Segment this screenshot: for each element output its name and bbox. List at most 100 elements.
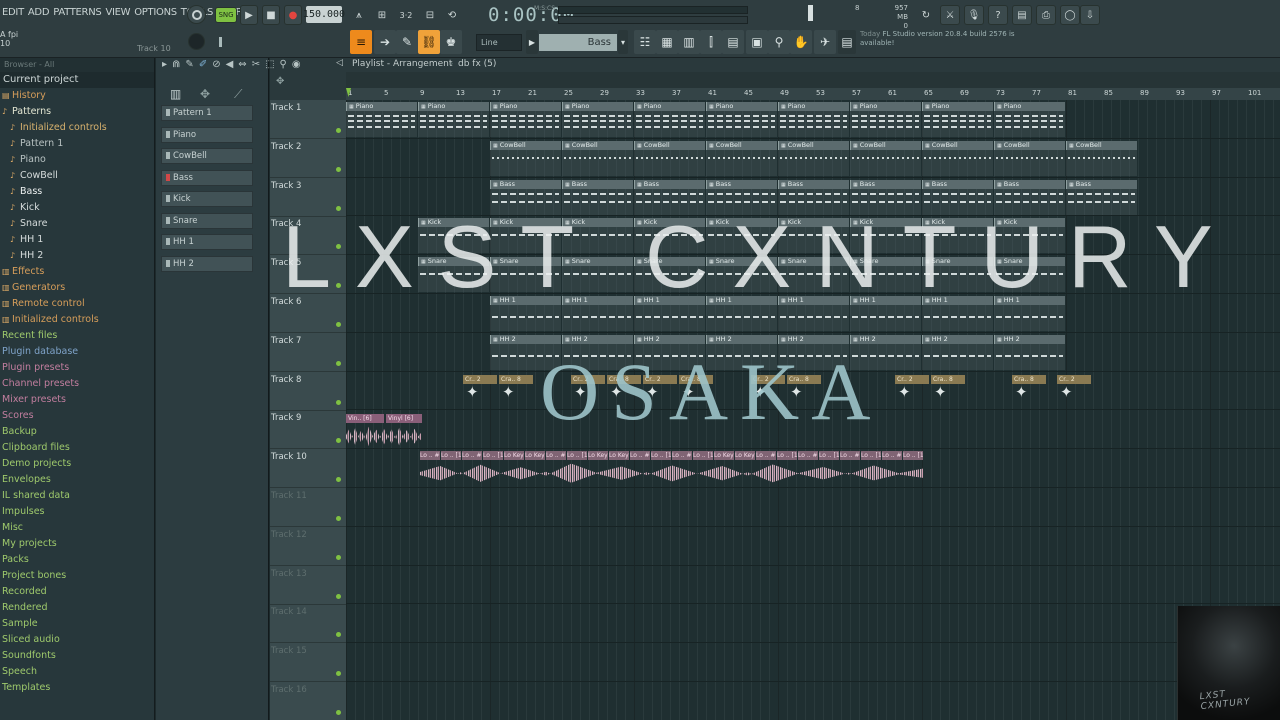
pattern-clip[interactable]: ▦ HH 2 [634,334,705,344]
browser-item[interactable]: Impulses [0,504,154,520]
track-header[interactable]: Track 8 [270,372,346,411]
pattern-clip[interactable]: ▦ Piano [634,102,705,111]
loop-clip[interactable]: Lo Key - H.. [1] [525,451,545,461]
track-header[interactable]: Track 7 [270,333,346,372]
undo-history-button[interactable]: ↻ [916,5,936,25]
track-mute-led[interactable] [336,128,341,133]
pattern-clip[interactable]: ▦ Bass [850,179,921,189]
browser-item[interactable]: ♪ HH 2 [0,248,154,264]
loop-clip[interactable]: Lo .. #2 [798,451,818,461]
play-button[interactable]: ▶ [240,5,258,25]
stop-button[interactable]: ■ [262,5,280,25]
time-marker-bar[interactable] [346,72,1280,88]
magnet-icon[interactable]: ⋒ [172,59,180,70]
browser-item[interactable]: My projects [0,536,154,552]
pattern-clip[interactable]: ▦ Piano [706,102,777,111]
menu-item-options[interactable]: OPTIONS [132,4,179,22]
help-button[interactable]: ? [988,5,1008,25]
track-mute-led[interactable] [336,360,341,366]
browser-item[interactable]: ▥ Effects [0,264,154,280]
pattern-clip[interactable]: ▦ Bass [778,179,849,189]
loop-clip[interactable]: Lo .. [1] [441,451,461,461]
browser-item[interactable]: ▥ Remote control [0,296,154,312]
pat-song-toggle[interactable] [187,5,206,24]
playlist-button[interactable]: ≡ [350,30,372,54]
browser-item[interactable]: ♪ Snare [0,216,154,232]
pattern-clip[interactable]: ▦ CowBell [994,140,1065,150]
browser-item[interactable]: Channel presets [0,376,154,392]
browser-item[interactable]: Backup [0,424,154,440]
save-button[interactable]: ▤ [1012,5,1032,25]
next-pattern-button[interactable]: ➔ [374,30,396,54]
plugin-picker-button[interactable]: ⚲ [768,30,790,54]
browser-item[interactable]: ♪ HH 1 [0,232,154,248]
pattern-clip[interactable]: ▦ Bass [1066,179,1137,189]
pattern-clip[interactable]: ▦ HH 2 [706,334,777,344]
track-header[interactable]: Track 14 [270,604,346,644]
browser-item[interactable]: Plugin database [0,344,154,360]
track-header[interactable]: Track 1 [270,100,346,139]
loop-clip[interactable]: Lo .. [1] [777,451,797,461]
pattern-clip[interactable]: ▦ Piano [418,102,489,111]
record-button[interactable]: ● [284,5,302,25]
delete-tool-icon[interactable]: ⊘ [212,59,220,70]
browser-item[interactable]: ♪ Initialized controls [0,120,154,136]
song-position-slider[interactable] [558,6,748,14]
browser-item[interactable]: Sample [0,616,154,632]
select-tool-icon[interactable]: ⬚ [265,59,274,70]
track-header[interactable]: Track 11 [270,488,346,527]
master-volume-knob[interactable] [188,33,205,50]
pattern-clip[interactable]: ▦ Piano [562,102,633,111]
pattern-clip[interactable]: ▦ Bass [562,179,633,189]
audio-settings-button[interactable]: 🎙 [964,5,984,25]
move-icon[interactable]: ✥ [200,87,210,101]
track-mute-led[interactable] [336,477,341,483]
pattern-clip[interactable]: ▦ CowBell [562,140,633,150]
browser-item[interactable]: Mixer presets [0,392,154,408]
pattern-clip[interactable]: ▦ Bass [490,179,561,189]
news-button[interactable]: ▤ [838,30,856,54]
loop-clip[interactable]: Lo .. #2 [630,451,650,461]
pattern-clip[interactable]: ▦ HH 2 [850,334,921,344]
loop-clip[interactable]: Lo .. [1] [567,451,587,461]
menu-item-view[interactable]: VIEW [103,4,132,22]
touch-controller-button[interactable]: ✋ [790,30,812,54]
pencil-tool-icon[interactable]: ✎ [185,59,193,70]
channel-button[interactable]: CowBell [161,148,253,164]
download-button[interactable]: ⇩ [1080,5,1100,25]
pattern-clip[interactable]: ▦ CowBell [1066,140,1137,150]
mute-tool-icon[interactable]: ◀ [226,59,234,70]
pattern-clip[interactable]: ▦ CowBell [922,140,993,150]
browser-item[interactable]: ♪ Piano [0,152,154,168]
track-mute-led[interactable] [336,516,341,521]
pattern-clip[interactable]: ▦ CowBell [706,140,777,150]
channel-button[interactable]: HH 1 [161,234,253,250]
tempo-display[interactable]: 150.000 [303,6,345,23]
loop-clip[interactable]: Lo Key - H.. [1] [735,451,755,461]
track-header[interactable]: Track 15 [270,643,346,683]
render-button[interactable]: ⎙ [1036,5,1056,25]
loop-clip[interactable]: Lo .. [1] [483,451,503,461]
track-mute-led[interactable] [336,671,341,677]
pattern-clip[interactable]: ▦ Bass [706,179,777,189]
loop-clip[interactable]: Lo .. [1] [651,451,671,461]
pattern-clip[interactable]: ▦ Piano [850,102,921,111]
chat-button[interactable]: ◯ [1060,5,1080,25]
loop-clip[interactable]: Lo .. #2 [546,451,566,461]
pattern-menu-button[interactable]: ▾ [618,30,628,54]
loop-clip[interactable]: Lo Key - H.. [1] [714,451,734,461]
browser-item[interactable]: ♪ Kick [0,200,154,216]
track-mute-led[interactable] [336,322,341,327]
track-mute-led[interactable] [336,632,341,638]
browser-item[interactable]: ▥ Initialized controls [0,312,154,328]
browser-item[interactable]: ♪ Patterns [0,104,154,120]
song-mode-button[interactable]: SNG [215,7,237,23]
blend-notes-button[interactable]: ⊟ [420,5,440,25]
browser-item[interactable]: Rendered [0,600,154,616]
pattern-picker-arrow[interactable]: ▶ [526,30,538,54]
link-button[interactable]: ⛓ [418,30,440,54]
timeline-ruler[interactable]: 1 5 9 13 17 21 25 29 33 37 41 45 49 53 57 61 65 69 73 77 81 8… [346,88,1280,100]
browser-item[interactable]: Demo projects [0,456,154,472]
pattern-clip[interactable]: ▦ HH 2 [922,334,993,344]
track-header[interactable]: Track 10 [270,449,346,489]
